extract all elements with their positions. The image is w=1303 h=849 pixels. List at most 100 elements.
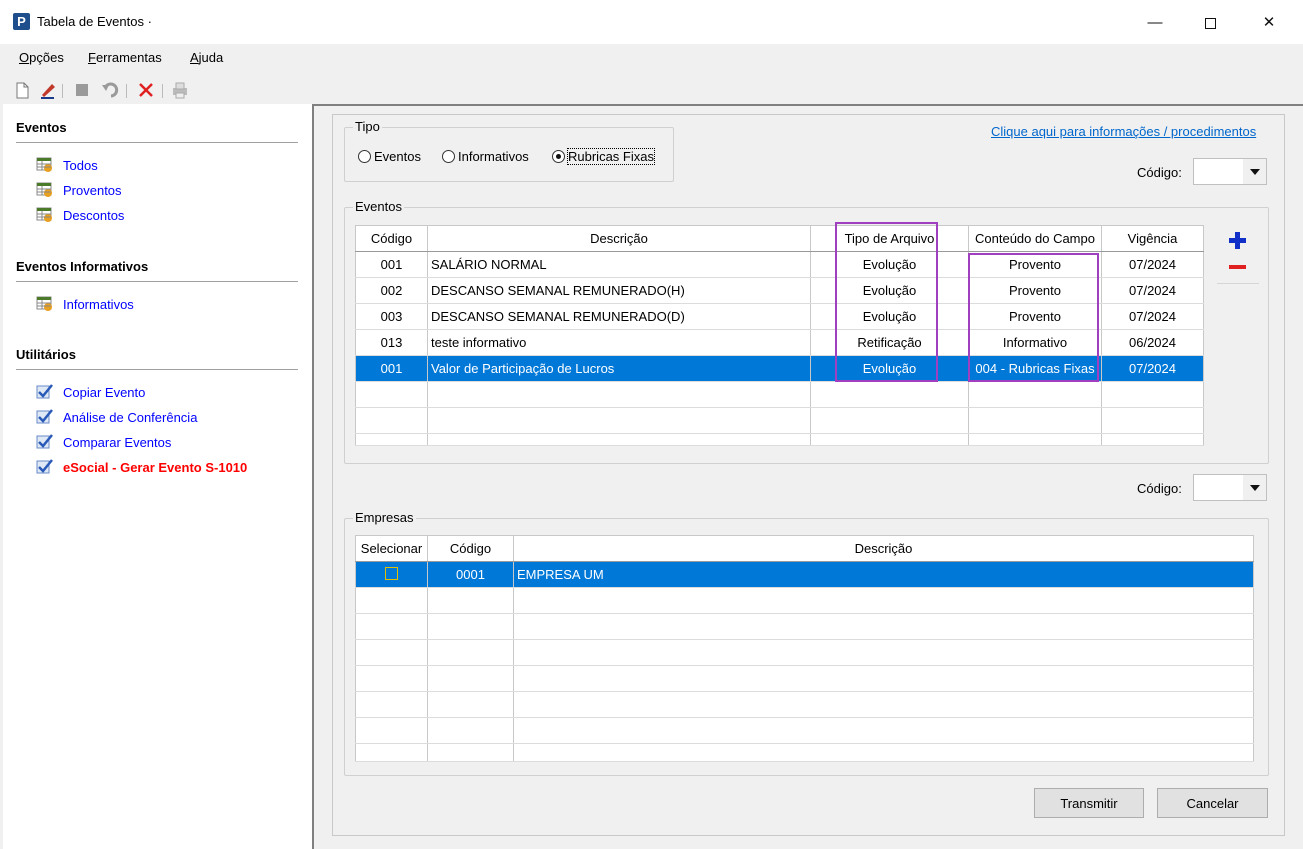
table-row-empty[interactable] bbox=[355, 691, 1254, 718]
print-icon[interactable] bbox=[170, 80, 190, 100]
maximize-icon[interactable] bbox=[1187, 8, 1233, 38]
col-header-codigo[interactable]: Código bbox=[355, 225, 428, 252]
cell-selecionar[interactable] bbox=[355, 561, 428, 588]
cell-codigo: 001 bbox=[355, 355, 428, 382]
col-header-descricao[interactable]: Descrição bbox=[427, 225, 811, 252]
sidebar-item-copiar-evento[interactable]: Copiar Evento bbox=[36, 384, 145, 400]
menu-ferramentas[interactable]: Ferramentas bbox=[88, 50, 162, 65]
table-row-empty[interactable] bbox=[355, 639, 1254, 666]
cancelar-button[interactable]: Cancelar bbox=[1157, 788, 1268, 818]
sidebar-item-todos[interactable]: Todos bbox=[36, 157, 98, 173]
sidebar-item-label: Proventos bbox=[63, 182, 122, 198]
cell-conteudo-campo: Provento bbox=[968, 303, 1102, 330]
remove-icon[interactable] bbox=[1227, 258, 1247, 278]
col-header-descricao[interactable]: Descrição bbox=[513, 535, 1254, 562]
stop-icon[interactable] bbox=[72, 80, 92, 100]
grid-icon bbox=[36, 182, 52, 197]
delete-x-icon[interactable] bbox=[136, 80, 156, 100]
undo-icon[interactable] bbox=[101, 80, 121, 100]
cell-tipo-arquivo: Evolução bbox=[810, 251, 969, 278]
radio-eventos[interactable]: Eventos bbox=[358, 149, 421, 164]
table-row[interactable]: 003 DESCANSO SEMANAL REMUNERADO(D) Evolu… bbox=[355, 303, 1204, 330]
table-row-empty[interactable] bbox=[355, 743, 1254, 762]
radio-rubricas-fixas[interactable]: Rubricas Fixas bbox=[552, 148, 655, 165]
info-procedures-link[interactable]: Clique aqui para informações / procedime… bbox=[991, 124, 1256, 139]
cell-codigo: 002 bbox=[355, 277, 428, 304]
sidebar-item-proventos[interactable]: Proventos bbox=[36, 182, 122, 198]
sidebar-item-label: Copiar Evento bbox=[63, 384, 146, 400]
col-header-selecionar[interactable]: Selecionar bbox=[355, 535, 428, 562]
chevron-down-icon[interactable] bbox=[1242, 475, 1266, 500]
codigo-label: Código: bbox=[1137, 481, 1182, 496]
cell-tipo-arquivo: Evolução bbox=[810, 355, 969, 382]
table-row-empty[interactable] bbox=[355, 433, 1204, 446]
grid-icon bbox=[36, 296, 52, 311]
toolbar bbox=[0, 74, 1303, 104]
tipo-label: Tipo bbox=[353, 119, 382, 134]
sidebar-item-analise-conferencia[interactable]: Análise de Conferência bbox=[36, 409, 197, 425]
radio-circle[interactable] bbox=[552, 150, 565, 163]
table-header: Selecionar Código Descrição bbox=[355, 535, 1254, 562]
sidebar-item-informativos[interactable]: Informativos bbox=[36, 296, 134, 312]
empresas-label: Empresas bbox=[353, 510, 416, 525]
table-row-selected[interactable]: 001 Valor de Participação de Lucros Evol… bbox=[355, 355, 1204, 382]
check-icon bbox=[36, 384, 53, 399]
table-row[interactable]: 001 SALÁRIO NORMAL Evolução Provento 07/… bbox=[355, 251, 1204, 278]
table-row[interactable]: 013 teste informativo Retificação Inform… bbox=[355, 329, 1204, 356]
table-row-empty[interactable] bbox=[355, 613, 1254, 640]
sidebar-item-comparar-eventos[interactable]: Comparar Eventos bbox=[36, 434, 171, 450]
minimize-icon[interactable]: — bbox=[1132, 8, 1178, 38]
sidebar-heading-eventos-informativos: Eventos Informativos bbox=[16, 259, 149, 274]
transmitir-button[interactable]: Transmitir bbox=[1034, 788, 1144, 818]
eventos-label: Eventos bbox=[353, 199, 404, 214]
cell-tipo-arquivo: Evolução bbox=[810, 277, 969, 304]
table-row-empty[interactable] bbox=[355, 381, 1204, 408]
check-icon bbox=[36, 459, 53, 474]
edit-pencil-icon[interactable] bbox=[38, 80, 58, 100]
window-title: Tabela de Eventos · bbox=[37, 14, 152, 29]
sidebar-item-descontos[interactable]: Descontos bbox=[36, 207, 124, 223]
eventos-table: Código Descrição Tipo de Arquivo Conteúd… bbox=[355, 225, 1204, 446]
table-row-empty[interactable] bbox=[355, 587, 1254, 614]
radio-circle[interactable] bbox=[442, 150, 455, 163]
cell-descricao: EMPRESA UM bbox=[513, 561, 1254, 588]
col-header-conteudo-campo[interactable]: Conteúdo do Campo bbox=[968, 225, 1102, 252]
col-header-tipo-arquivo[interactable]: Tipo de Arquivo bbox=[810, 225, 969, 252]
cell-conteudo-campo: Provento bbox=[968, 277, 1102, 304]
table-row[interactable]: 002 DESCANSO SEMANAL REMUNERADO(H) Evolu… bbox=[355, 277, 1204, 304]
sidebar-item-label: Todos bbox=[63, 157, 98, 173]
table-row-empty[interactable] bbox=[355, 665, 1254, 692]
cell-tipo-arquivo: Evolução bbox=[810, 303, 969, 330]
cell-vigencia: 07/2024 bbox=[1101, 355, 1204, 382]
chevron-down-icon[interactable] bbox=[1242, 159, 1266, 184]
codigo-label: Código: bbox=[1137, 165, 1182, 180]
select-checkbox[interactable] bbox=[385, 566, 398, 580]
app-logo-icon: P bbox=[13, 13, 30, 30]
menu-opcoes[interactable]: Opções bbox=[19, 50, 64, 65]
radio-informativos[interactable]: Informativos bbox=[442, 149, 529, 164]
radio-circle[interactable] bbox=[358, 150, 371, 163]
table-row-empty[interactable] bbox=[355, 717, 1254, 744]
new-document-icon[interactable] bbox=[12, 80, 32, 100]
close-icon[interactable]: ✕ bbox=[1246, 8, 1292, 38]
add-icon[interactable] bbox=[1227, 230, 1247, 250]
table-row-selected[interactable]: 0001 EMPRESA UM bbox=[355, 561, 1254, 588]
codigo-select-top[interactable] bbox=[1193, 158, 1267, 185]
radio-label: Informativos bbox=[458, 149, 529, 164]
cell-codigo: 003 bbox=[355, 303, 428, 330]
codigo-select-middle[interactable] bbox=[1193, 474, 1267, 501]
sidebar-item-label: Análise de Conferência bbox=[63, 409, 198, 425]
cell-vigencia: 07/2024 bbox=[1101, 277, 1204, 304]
sidebar-divider bbox=[16, 281, 298, 282]
empresas-table: Selecionar Código Descrição 0001 EMPRESA… bbox=[355, 535, 1254, 762]
sidebar-divider bbox=[16, 142, 298, 143]
col-header-codigo[interactable]: Código bbox=[427, 535, 514, 562]
cell-descricao: teste informativo bbox=[427, 329, 811, 356]
cell-vigencia: 07/2024 bbox=[1101, 303, 1204, 330]
grid-icon bbox=[36, 207, 52, 222]
menu-ajuda[interactable]: Ajuda bbox=[190, 50, 223, 65]
sidebar-item-esocial-s1010[interactable]: eSocial - Gerar Evento S-1010 bbox=[36, 459, 247, 475]
table-row-empty[interactable] bbox=[355, 407, 1204, 434]
cell-codigo: 013 bbox=[355, 329, 428, 356]
col-header-vigencia[interactable]: Vigência bbox=[1101, 225, 1204, 252]
